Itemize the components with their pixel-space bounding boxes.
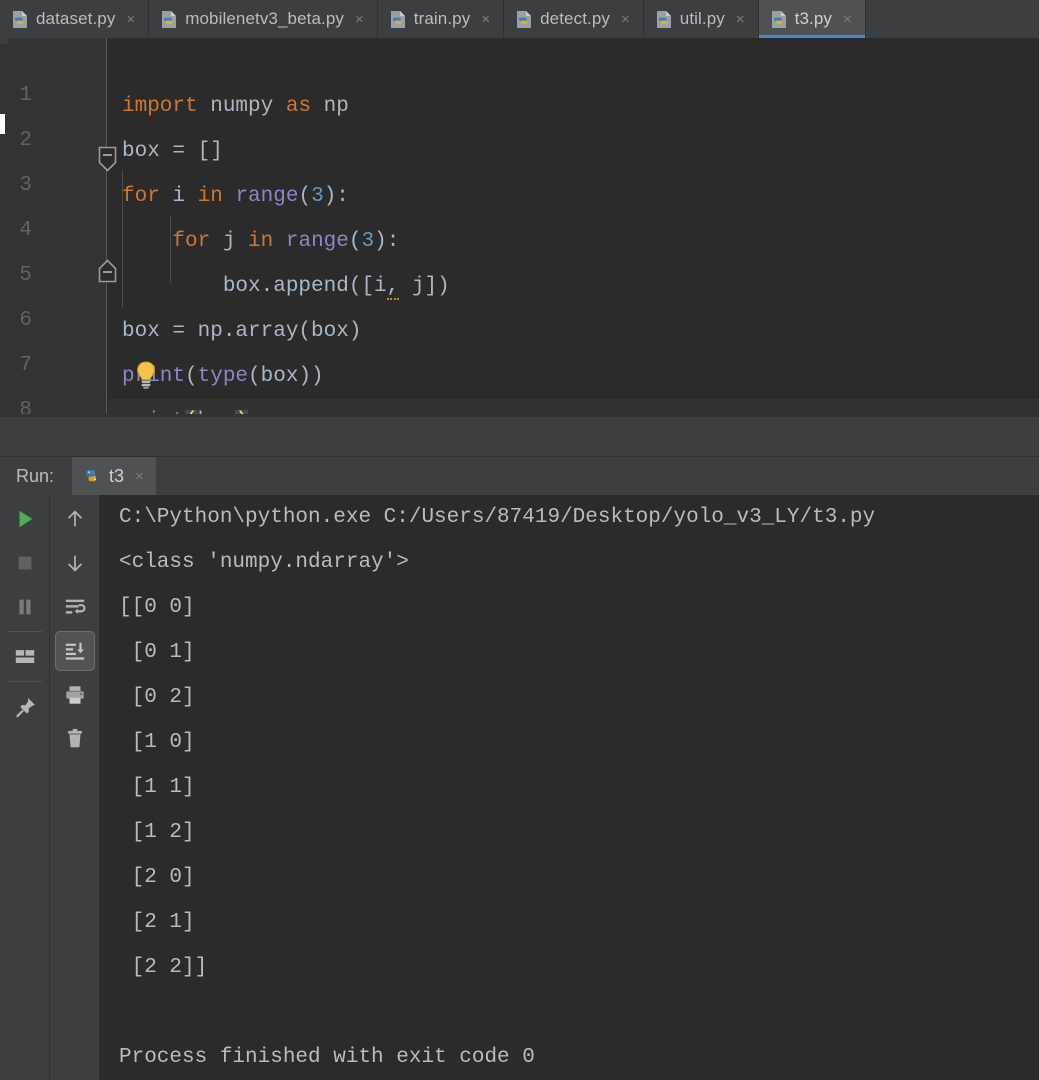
run-tool-window-header: Run: t3 × bbox=[0, 456, 1039, 496]
console-line: <class 'numpy.ndarray'> bbox=[119, 551, 409, 574]
python-file-icon bbox=[84, 467, 101, 486]
line-number: 5 bbox=[19, 264, 32, 287]
tab-close-icon[interactable]: × bbox=[619, 10, 632, 29]
pause-button[interactable] bbox=[5, 587, 45, 627]
tab-label: detect.py bbox=[540, 9, 610, 28]
tab-label: mobilenetv3_beta.py bbox=[185, 9, 345, 28]
line-number: 7 bbox=[19, 354, 32, 377]
pin-button[interactable] bbox=[5, 687, 45, 727]
run-tool-window-body: C:\Python\python.exe C:/Users/87419/Desk… bbox=[0, 495, 1039, 1080]
stop-button[interactable] bbox=[5, 543, 45, 583]
toolbar-divider bbox=[8, 681, 42, 682]
console-right-gutter bbox=[1012, 495, 1039, 1080]
tab-close-icon[interactable]: × bbox=[734, 10, 747, 29]
console-line: [1 2] bbox=[119, 821, 195, 844]
tab-close-icon[interactable]: × bbox=[124, 10, 137, 29]
print-button[interactable] bbox=[55, 675, 95, 715]
close-icon[interactable]: × bbox=[135, 468, 144, 485]
code-line-1[interactable]: import numpy as np bbox=[108, 84, 1039, 129]
console-line: [0 2] bbox=[119, 686, 195, 709]
console-status-line: Process finished with exit code 0 bbox=[119, 1046, 535, 1069]
tab-label: t3.py bbox=[794, 9, 832, 28]
console-output[interactable]: C:\Python\python.exe C:/Users/87419/Desk… bbox=[100, 495, 1039, 1080]
editor-gutter[interactable]: 1 2 3 4 5 6 7 8 bbox=[9, 38, 117, 422]
python-file-icon bbox=[516, 10, 533, 29]
line-number: 3 bbox=[19, 174, 32, 197]
console-line: [2 2]] bbox=[119, 956, 208, 979]
python-file-icon bbox=[771, 10, 788, 29]
tab-label: util.py bbox=[679, 9, 725, 28]
scroll-to-end-button[interactable] bbox=[55, 631, 95, 671]
python-file-icon bbox=[12, 10, 29, 29]
code-line-2[interactable]: box = [] bbox=[108, 129, 1039, 174]
code-line-7[interactable]: print(type(box)) bbox=[108, 354, 1039, 399]
tab-detect-py[interactable]: detect.py × bbox=[504, 0, 644, 38]
console-line: C:\Python\python.exe C:/Users/87419/Desk… bbox=[119, 506, 876, 529]
python-file-icon bbox=[656, 10, 673, 29]
trash-button[interactable] bbox=[55, 719, 95, 759]
code-text-area[interactable]: import numpy as np box = [] for i in ran… bbox=[108, 38, 1039, 447]
tab-train-py[interactable]: train.py × bbox=[377, 0, 505, 38]
rerun-button[interactable] bbox=[5, 499, 45, 539]
code-line-3[interactable]: for i in range(3): bbox=[108, 174, 1039, 219]
code-line-5[interactable]: box.append([i, j]) bbox=[108, 264, 1039, 309]
run-toolbar-primary bbox=[0, 495, 50, 1080]
python-file-icon bbox=[161, 10, 178, 29]
run-window-label: Run: bbox=[16, 465, 55, 486]
line-number: 2 bbox=[19, 129, 32, 152]
keyword-as: as bbox=[285, 95, 312, 118]
toolbar-divider bbox=[8, 631, 42, 632]
indent-guide bbox=[122, 170, 123, 308]
python-file-icon bbox=[390, 10, 407, 29]
console-line: [1 1] bbox=[119, 776, 195, 799]
tab-close-icon[interactable]: × bbox=[479, 10, 492, 29]
arrow-up-button[interactable] bbox=[55, 499, 95, 539]
code-line-4[interactable]: for j in range(3): bbox=[108, 219, 1039, 264]
layout-button[interactable] bbox=[5, 637, 45, 677]
run-toolbar-secondary bbox=[50, 495, 100, 1080]
tab-close-icon[interactable]: × bbox=[841, 10, 854, 29]
console-line: [2 1] bbox=[119, 911, 195, 934]
line-number: 4 bbox=[19, 219, 32, 242]
tab-util-py[interactable]: util.py × bbox=[643, 0, 759, 38]
tab-mobilenetv3-beta-py[interactable]: mobilenetv3_beta.py × bbox=[149, 0, 378, 38]
tab-label: dataset.py bbox=[36, 9, 116, 28]
console-line: [0 1] bbox=[119, 641, 195, 664]
run-tab-label: t3 bbox=[109, 465, 125, 486]
indent-guide bbox=[170, 215, 171, 283]
console-line: [[0 0] bbox=[119, 596, 195, 619]
tab-close-icon[interactable]: × bbox=[353, 10, 366, 29]
tab-label: train.py bbox=[413, 9, 471, 28]
run-configuration-tab[interactable]: t3 × bbox=[72, 456, 156, 496]
pep8-warning-underline: , bbox=[386, 275, 400, 300]
line-number: 1 bbox=[19, 84, 32, 107]
soft-wrap-button[interactable] bbox=[55, 587, 95, 627]
strip-top-marker bbox=[0, 38, 8, 44]
tab-t3-py[interactable]: t3.py × bbox=[758, 0, 866, 38]
console-line: [2 0] bbox=[119, 866, 195, 889]
console-line: [1 0] bbox=[119, 731, 195, 754]
editor-tab-bar: dataset.py × mobilenetv3_beta.py × train… bbox=[0, 0, 1039, 38]
arrow-down-button[interactable] bbox=[55, 543, 95, 583]
line-number: 6 bbox=[19, 309, 32, 332]
tab-dataset-py[interactable]: dataset.py × bbox=[0, 0, 150, 38]
lightbulb-icon[interactable] bbox=[133, 360, 159, 390]
code-line-6[interactable]: box = np.array(box) bbox=[108, 309, 1039, 354]
keyword-import: import bbox=[122, 95, 198, 118]
editor-status-strip bbox=[0, 416, 1039, 456]
code-editor[interactable]: 1 2 3 4 5 6 7 8 import numpy as np box =… bbox=[0, 38, 1039, 447]
